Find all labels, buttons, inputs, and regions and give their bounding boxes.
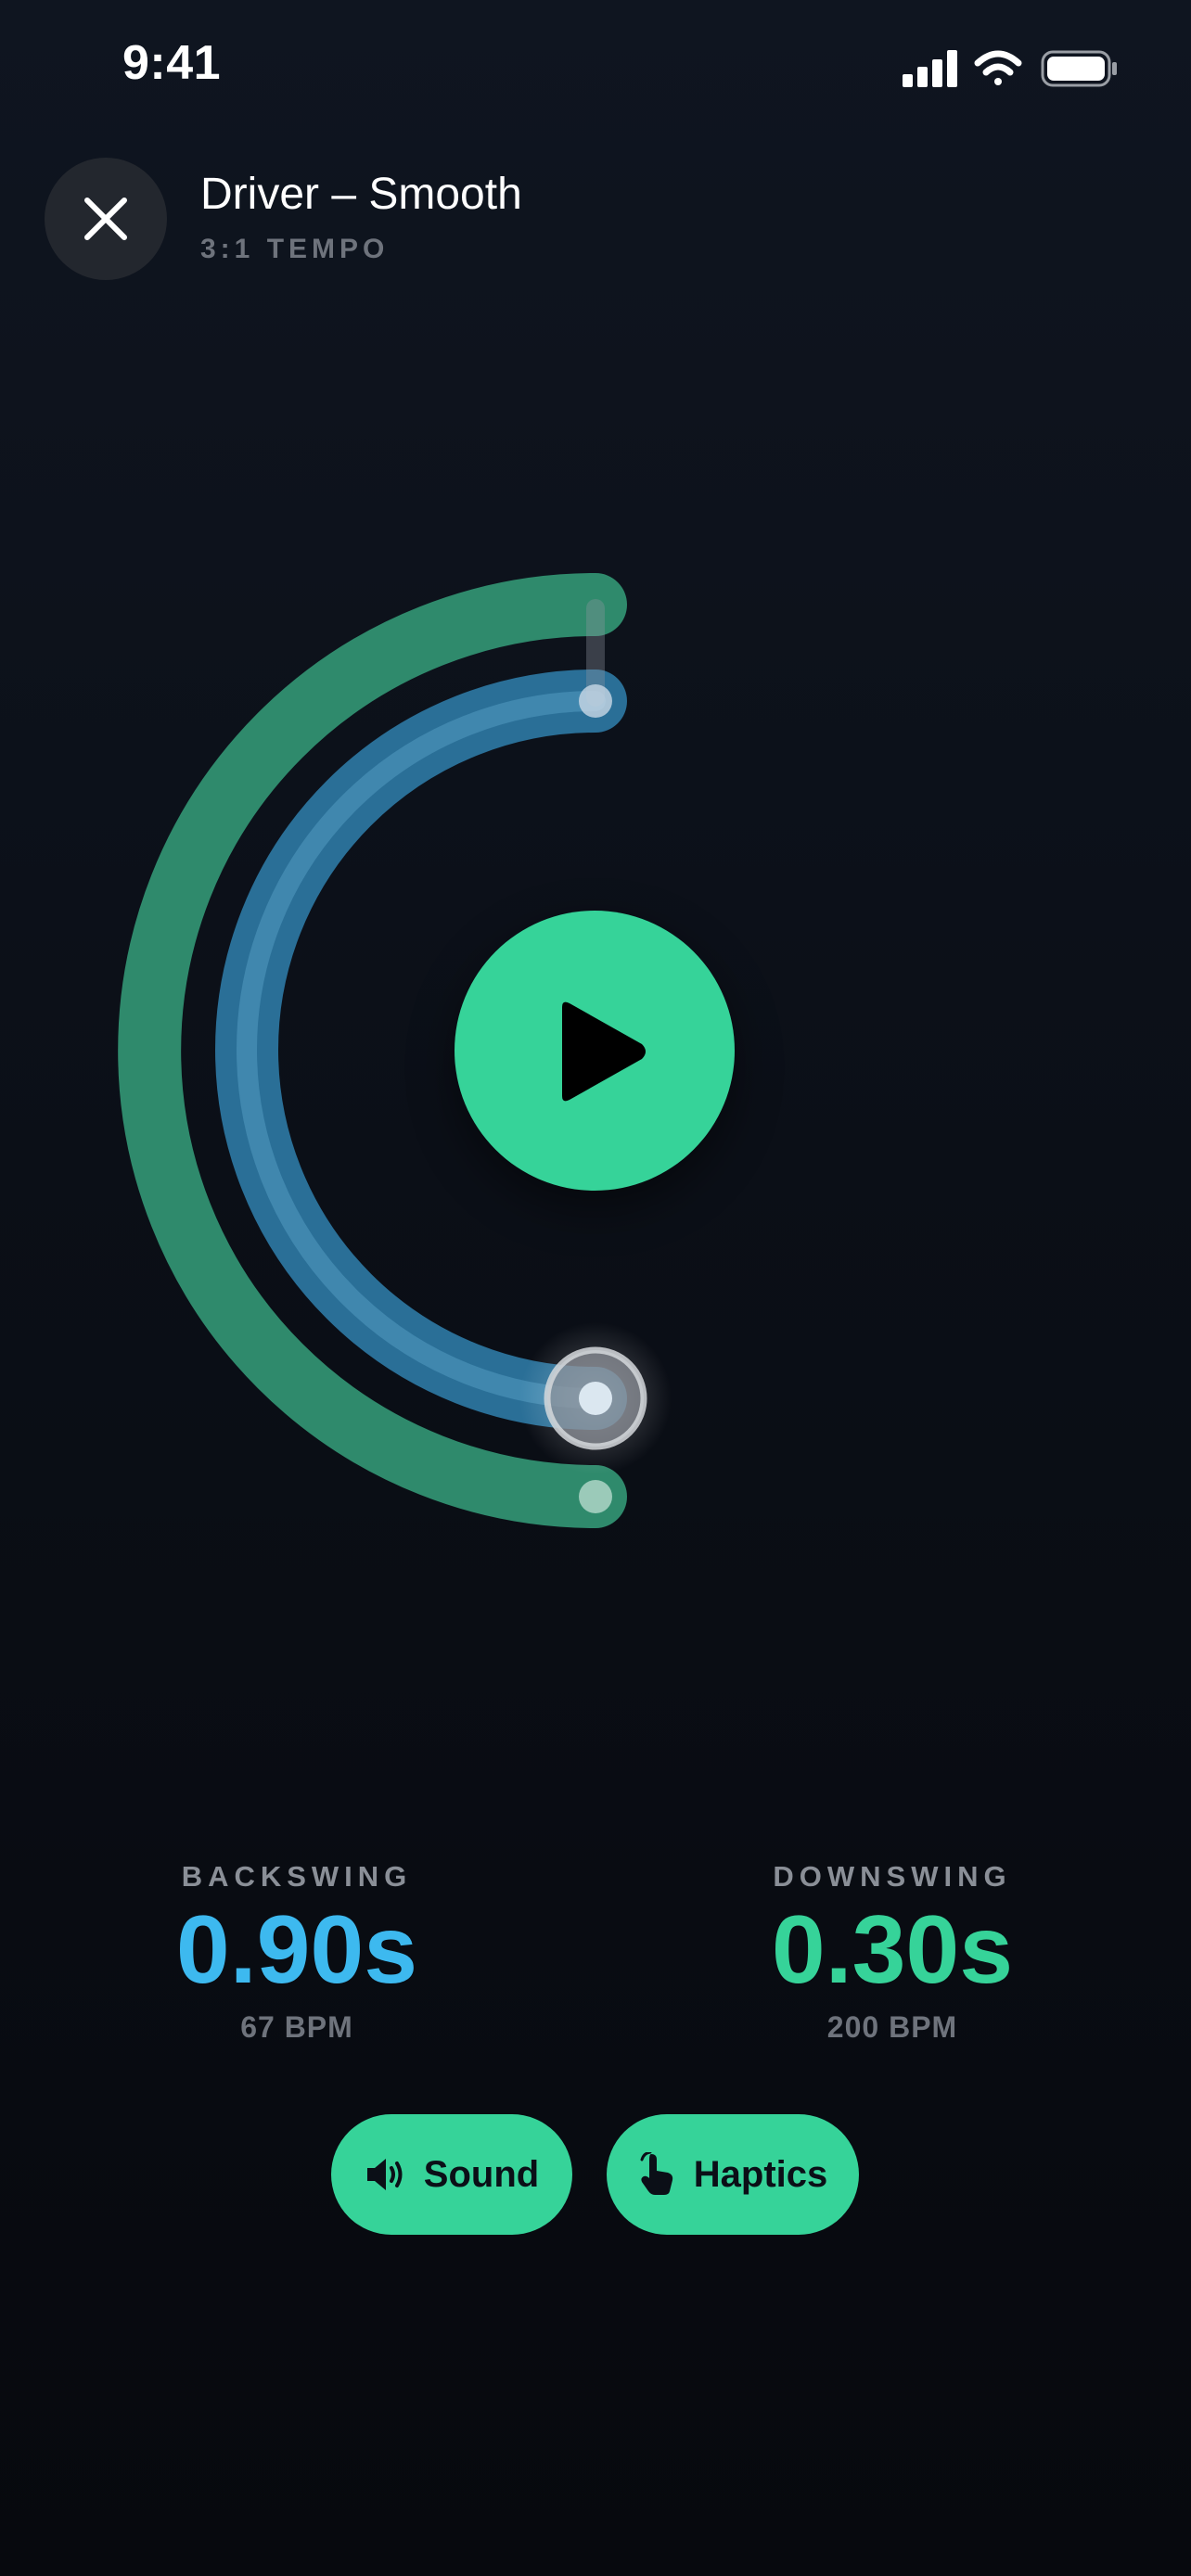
backswing-value: 0.90s <box>175 1896 418 2004</box>
page-subtitle: 3:1 TEMPO <box>200 234 390 264</box>
play-icon <box>562 1001 646 1102</box>
downswing-bpm: 200 BPM <box>826 2010 958 2045</box>
haptics-toggle[interactable]: Haptics <box>607 2114 859 2235</box>
cellular-signal-icon <box>903 50 957 87</box>
hand-tap-icon <box>640 2152 672 2195</box>
bottom-marker <box>579 1480 612 1513</box>
backswing-stat: BACKSWING 0.90s 67 BPM <box>111 1860 482 2045</box>
battery-icon <box>1041 50 1117 87</box>
close-button[interactable] <box>45 158 167 280</box>
downswing-value: 0.30s <box>771 1896 1014 2004</box>
backswing-label: BACKSWING <box>181 1860 413 1893</box>
speaker-icon <box>366 2159 403 2190</box>
downswing-stat: DOWNSWING 0.30s 200 BPM <box>707 1860 1078 2045</box>
status-time: 9:41 <box>122 36 222 90</box>
play-button[interactable] <box>455 911 735 1191</box>
downswing-label: DOWNSWING <box>773 1860 1012 1893</box>
status-icons <box>900 46 1122 91</box>
top-marker <box>579 684 612 718</box>
sound-label: Sound <box>423 2153 540 2195</box>
page-title: Driver – Smooth <box>200 170 522 219</box>
backswing-bpm: 67 BPM <box>240 2010 353 2045</box>
position-knob-center <box>579 1382 612 1415</box>
haptics-label: Haptics <box>693 2153 828 2195</box>
sound-toggle[interactable]: Sound <box>331 2114 572 2235</box>
wifi-icon <box>974 50 1022 85</box>
close-icon <box>84 198 127 240</box>
